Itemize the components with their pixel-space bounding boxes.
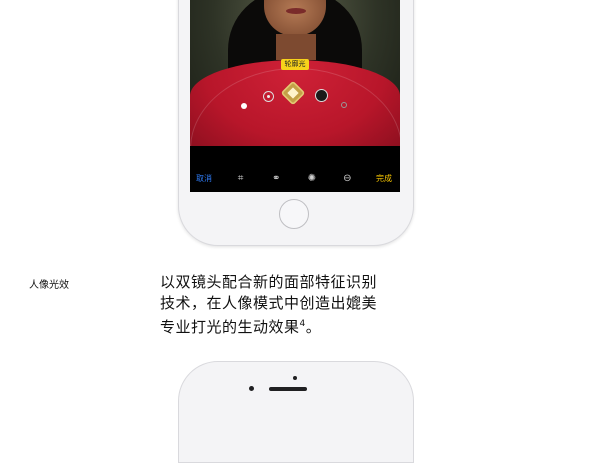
studio-light-option[interactable] [263,91,274,102]
feature-title: 人像光效 [29,280,69,291]
front-camera-icon [249,386,254,391]
description-line: 以双镜头配合新的面部特征识别 [160,273,378,291]
feature-description: 以双镜头配合新的面部特征识别 技术，在人像模式中创造出媲美 专业打光的生动效果4… [160,272,430,338]
natural-light-option[interactable] [241,103,247,109]
adjust-icon[interactable]: ✺ [305,173,319,184]
edit-more-icon[interactable]: ⊖ [340,173,354,184]
cancel-button[interactable]: 取消 [196,173,212,184]
stage-light-option[interactable] [315,89,328,102]
filters-icon[interactable]: ⚭ [269,173,283,184]
neck [276,34,316,60]
done-button[interactable]: 完成 [376,173,392,184]
phone-screen: 轮廓光 取消 ⌗ ⚭ ✺ ⊖ 完成 [190,0,400,192]
description-line: 技术，在人像模式中创造出媲美 [160,294,378,312]
edit-toolbar: 取消 ⌗ ⚭ ✺ ⊖ 完成 [190,164,400,192]
stage-light-mono-option[interactable] [341,102,347,108]
crop-rotate-icon[interactable]: ⌗ [234,173,248,184]
sensor-icon [293,376,297,380]
portrait-photo: 轮廓光 [190,0,400,146]
earpiece-speaker [269,387,307,391]
lighting-mode-badge: 轮廓光 [281,59,309,70]
home-button[interactable] [279,199,309,229]
description-line: 专业打光的生动效果4。 [160,318,322,336]
cube-icon [287,87,299,99]
lips [286,8,306,14]
